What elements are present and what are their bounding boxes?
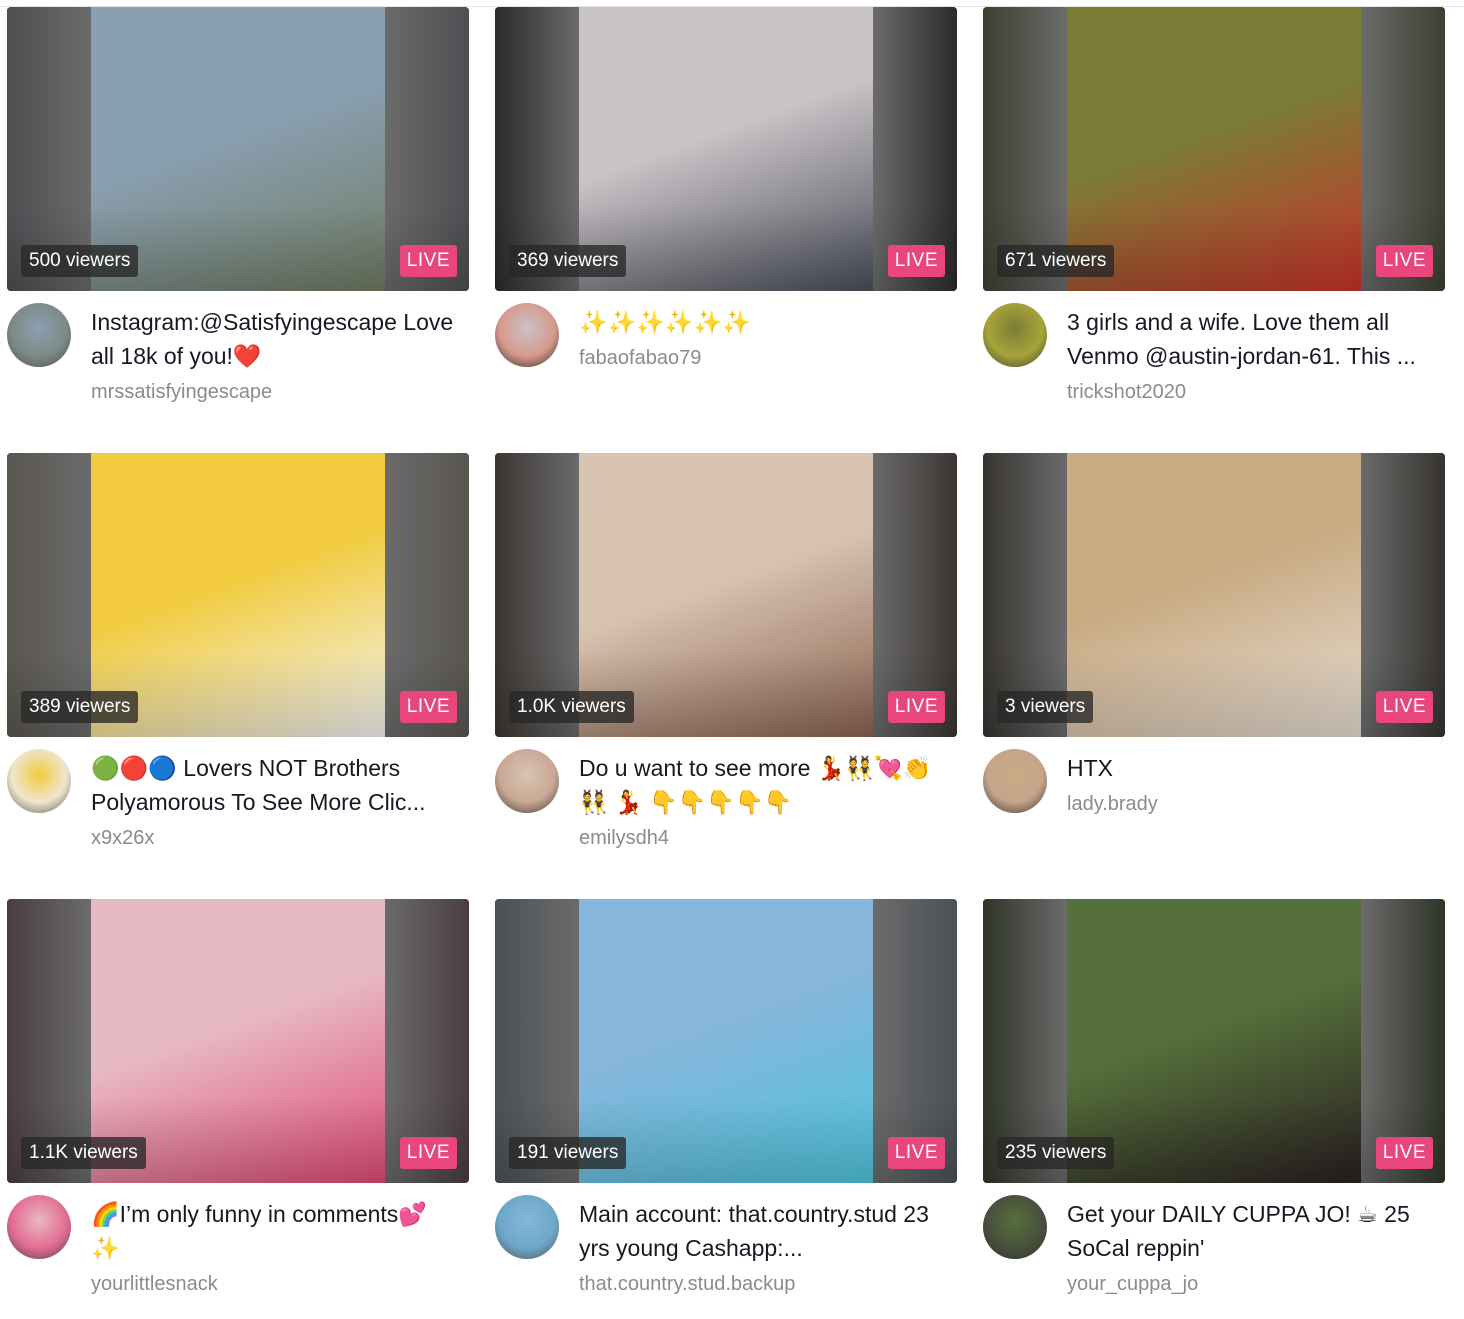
- stream-info: Instagram:@Satisfyingescape Love all 18k…: [7, 303, 469, 423]
- viewer-count-badge: 389 viewers: [21, 691, 139, 723]
- stream-info: HTX lady.brady: [983, 749, 1445, 869]
- stream-thumbnail[interactable]: 235 viewers LIVE: [983, 899, 1445, 1183]
- stream-card-1[interactable]: 500 viewers LIVE Instagram:@Satisfyinges…: [7, 7, 469, 427]
- username-link[interactable]: lady.brady: [1067, 791, 1158, 817]
- stream-thumbnail[interactable]: 389 viewers LIVE: [7, 453, 469, 737]
- avatar[interactable]: [7, 749, 71, 813]
- viewer-count-badge: 3 viewers: [997, 691, 1094, 723]
- stream-info: ✨✨✨✨✨✨ fabaofabao79: [495, 303, 957, 423]
- stream-title[interactable]: 3 girls and a wife. Love them all Venmo …: [1067, 305, 1437, 373]
- stream-info: 🌈I’m only funny in comments💕 ✨ yourlittl…: [7, 1195, 469, 1315]
- stream-thumbnail[interactable]: 3 viewers LIVE: [983, 453, 1445, 737]
- username-link[interactable]: that.country.stud.backup: [579, 1271, 795, 1297]
- stream-card-5[interactable]: 1.0K viewers LIVE Do u want to see more …: [495, 453, 957, 873]
- stream-thumbnail[interactable]: 671 viewers LIVE: [983, 7, 1445, 291]
- username-link[interactable]: yourlittlesnack: [91, 1271, 218, 1297]
- stream-thumbnail[interactable]: 1.1K viewers LIVE: [7, 899, 469, 1183]
- avatar[interactable]: [495, 749, 559, 813]
- stream-card-2[interactable]: 369 viewers LIVE ✨✨✨✨✨✨ fabaofabao79: [495, 7, 957, 427]
- live-badge: LIVE: [887, 691, 945, 723]
- live-badge: LIVE: [887, 245, 945, 277]
- viewer-count-badge: 671 viewers: [997, 245, 1115, 277]
- stream-card-8[interactable]: 191 viewers LIVE Main account: that.coun…: [495, 899, 957, 1319]
- avatar[interactable]: [495, 1195, 559, 1259]
- stream-card-3[interactable]: 671 viewers LIVE 3 girls and a wife. Lov…: [983, 7, 1445, 427]
- viewer-count-badge: 369 viewers: [509, 245, 627, 277]
- live-badge: LIVE: [1375, 245, 1433, 277]
- username-link[interactable]: emilysdh4: [579, 825, 669, 851]
- stream-card-9[interactable]: 235 viewers LIVE Get your DAILY CUPPA JO…: [983, 899, 1445, 1319]
- live-badge: LIVE: [1375, 1137, 1433, 1169]
- stream-title[interactable]: Get your DAILY CUPPA JO! ☕ 25 SoCal repp…: [1067, 1197, 1437, 1265]
- stream-thumbnail[interactable]: 1.0K viewers LIVE: [495, 453, 957, 737]
- username-link[interactable]: mrssatisfyingescape: [91, 379, 272, 405]
- stream-info: 🟢🔴🔵 Lovers NOT Brothers Polyamorous To S…: [7, 749, 469, 869]
- avatar[interactable]: [7, 303, 71, 367]
- live-badge: LIVE: [399, 245, 457, 277]
- viewer-count-badge: 235 viewers: [997, 1137, 1115, 1169]
- stream-thumbnail[interactable]: 500 viewers LIVE: [7, 7, 469, 291]
- stream-title[interactable]: ✨✨✨✨✨✨: [579, 305, 949, 339]
- stream-thumbnail[interactable]: 191 viewers LIVE: [495, 899, 957, 1183]
- stream-info: 3 girls and a wife. Love them all Venmo …: [983, 303, 1445, 423]
- viewer-count-badge: 1.0K viewers: [509, 691, 634, 723]
- stream-title[interactable]: Instagram:@Satisfyingescape Love all 18k…: [91, 305, 461, 373]
- avatar[interactable]: [983, 749, 1047, 813]
- viewer-count-badge: 500 viewers: [21, 245, 139, 277]
- stream-info: Do u want to see more 💃👯💘👏👯 💃 👇👇👇👇👇 emil…: [495, 749, 957, 869]
- username-link[interactable]: your_cuppa_jo: [1067, 1271, 1198, 1297]
- username-link[interactable]: fabaofabao79: [579, 345, 701, 371]
- avatar[interactable]: [495, 303, 559, 367]
- stream-title[interactable]: Do u want to see more 💃👯💘👏👯 💃 👇👇👇👇👇: [579, 751, 949, 819]
- live-badge: LIVE: [1375, 691, 1433, 723]
- viewer-count-badge: 191 viewers: [509, 1137, 627, 1169]
- stream-info: Get your DAILY CUPPA JO! ☕ 25 SoCal repp…: [983, 1195, 1445, 1315]
- stream-info: Main account: that.country.stud 23 yrs y…: [495, 1195, 957, 1315]
- live-badge: LIVE: [399, 691, 457, 723]
- avatar[interactable]: [983, 303, 1047, 367]
- stream-title[interactable]: 🌈I’m only funny in comments💕 ✨: [91, 1197, 461, 1265]
- avatar[interactable]: [983, 1195, 1047, 1259]
- stream-card-7[interactable]: 1.1K viewers LIVE 🌈I’m only funny in com…: [7, 899, 469, 1319]
- username-link[interactable]: x9x26x: [91, 825, 154, 851]
- live-stream-grid: 500 viewers LIVE Instagram:@Satisfyinges…: [7, 7, 1445, 1295]
- live-badge: LIVE: [887, 1137, 945, 1169]
- avatar[interactable]: [7, 1195, 71, 1259]
- top-divider: [0, 0, 1464, 7]
- stream-title[interactable]: 🟢🔴🔵 Lovers NOT Brothers Polyamorous To S…: [91, 751, 461, 819]
- stream-title[interactable]: Main account: that.country.stud 23 yrs y…: [579, 1197, 949, 1265]
- viewer-count-badge: 1.1K viewers: [21, 1137, 146, 1169]
- live-badge: LIVE: [399, 1137, 457, 1169]
- stream-thumbnail[interactable]: 369 viewers LIVE: [495, 7, 957, 291]
- stream-title[interactable]: HTX: [1067, 751, 1437, 785]
- stream-card-6[interactable]: 3 viewers LIVE HTX lady.brady: [983, 453, 1445, 873]
- username-link[interactable]: trickshot2020: [1067, 379, 1186, 405]
- stream-card-4[interactable]: 389 viewers LIVE 🟢🔴🔵 Lovers NOT Brothers…: [7, 453, 469, 873]
